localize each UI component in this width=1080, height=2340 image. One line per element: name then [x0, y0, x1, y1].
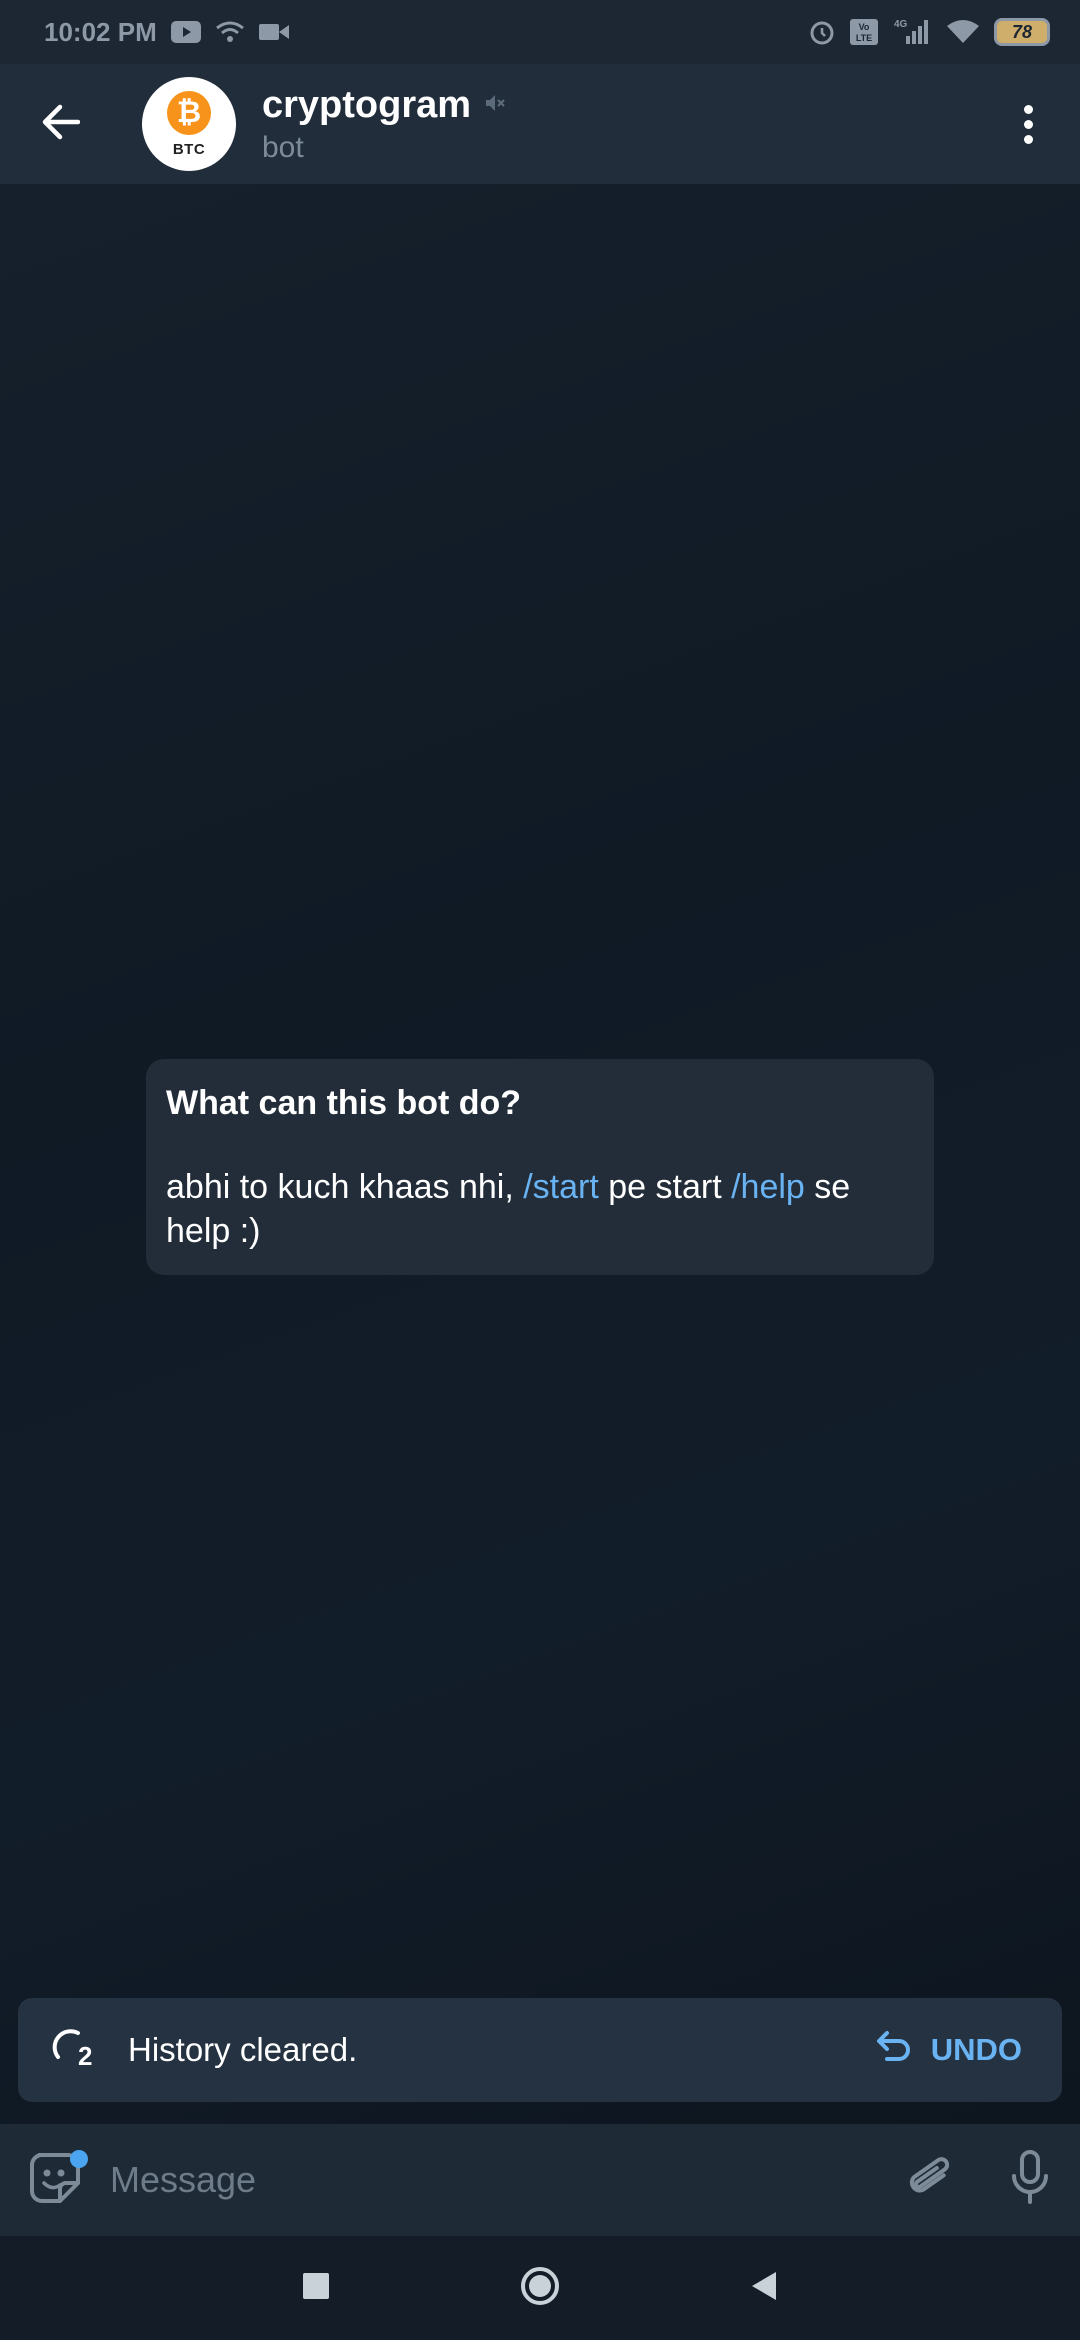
youtube-icon — [170, 21, 201, 43]
avatar-label: BTC — [172, 140, 206, 158]
signal-4g-icon: 4G — [892, 18, 932, 46]
bot-info-card: What can this bot do? abhi to kuch khaas… — [146, 1059, 934, 1275]
muted-icon — [483, 91, 507, 120]
undo-snackbar: 2 History cleared. UNDO — [18, 1998, 1062, 2102]
message-composer — [0, 2124, 1080, 2236]
notification-dot — [70, 2150, 88, 2168]
more-options-button[interactable] — [998, 94, 1058, 154]
circle-icon — [519, 2265, 561, 2312]
back-button[interactable] — [0, 64, 120, 184]
video-icon — [258, 22, 289, 42]
bot-info-description: abhi to kuch khaas nhi, /start pe start … — [166, 1165, 914, 1253]
chat-title-block[interactable]: cryptogram bot — [262, 84, 507, 165]
wifi-icon — [946, 19, 980, 45]
undo-button[interactable]: UNDO — [875, 1998, 1022, 2102]
alarm-icon — [808, 18, 836, 46]
avatar[interactable]: ₿ BTC — [142, 77, 236, 171]
triangle-back-icon — [750, 2270, 778, 2307]
arrow-left-icon — [40, 104, 81, 145]
command-link-help[interactable]: /help — [731, 1168, 805, 1206]
bot-info-text: pe start — [598, 1168, 732, 1206]
paperclip-icon — [905, 2151, 955, 2210]
snackbar-message: History cleared. — [128, 2031, 358, 2068]
status-left: 10:02 PM — [44, 17, 289, 48]
svg-text:Vo: Vo — [859, 22, 870, 32]
square-icon — [302, 2272, 330, 2305]
bot-info-text: abhi to kuch khaas nhi, — [166, 1168, 524, 1206]
chat-title: cryptogram — [262, 83, 472, 126]
svg-text:4G: 4G — [894, 19, 908, 30]
wifi-hotspot-icon — [215, 20, 245, 44]
menu-dot-icon — [1023, 104, 1033, 114]
microphone-icon — [1010, 2149, 1050, 2211]
chat-subtitle: bot — [262, 130, 304, 164]
volte-icon: Vo LTE — [850, 19, 878, 45]
system-navigation-bar — [0, 2236, 1080, 2340]
home-button[interactable] — [428, 2236, 652, 2340]
battery-indicator: 78 — [994, 18, 1050, 46]
bot-info-title: What can this bot do? — [166, 1084, 522, 1122]
svg-text:LTE: LTE — [856, 33, 872, 43]
command-link-start[interactable]: /start — [523, 1168, 599, 1206]
back-nav-button[interactable] — [652, 2236, 876, 2340]
status-bar: 10:02 PM Vo LTE 4G 78 — [0, 0, 1080, 64]
undo-label: UNDO — [930, 2032, 1022, 2067]
undo-icon — [875, 2029, 913, 2071]
status-time: 10:02 PM — [44, 16, 157, 47]
message-input[interactable] — [110, 2159, 880, 2201]
status-right: Vo LTE 4G 78 — [808, 18, 1050, 46]
countdown-timer: 2 — [18, 2023, 128, 2078]
menu-dot-icon — [1023, 119, 1033, 129]
menu-dot-icon — [1023, 134, 1033, 144]
recents-button[interactable] — [204, 2236, 428, 2340]
bitcoin-icon: ₿ — [167, 90, 211, 135]
chat-area: What can this bot do? abhi to kuch khaas… — [0, 184, 1080, 2124]
sticker-button[interactable] — [0, 2124, 110, 2236]
attach-button[interactable] — [880, 2124, 980, 2236]
voice-record-button[interactable] — [980, 2124, 1080, 2236]
chat-header: ₿ BTC cryptogram bot — [0, 64, 1080, 184]
countdown-value: 2 — [78, 2040, 93, 2071]
